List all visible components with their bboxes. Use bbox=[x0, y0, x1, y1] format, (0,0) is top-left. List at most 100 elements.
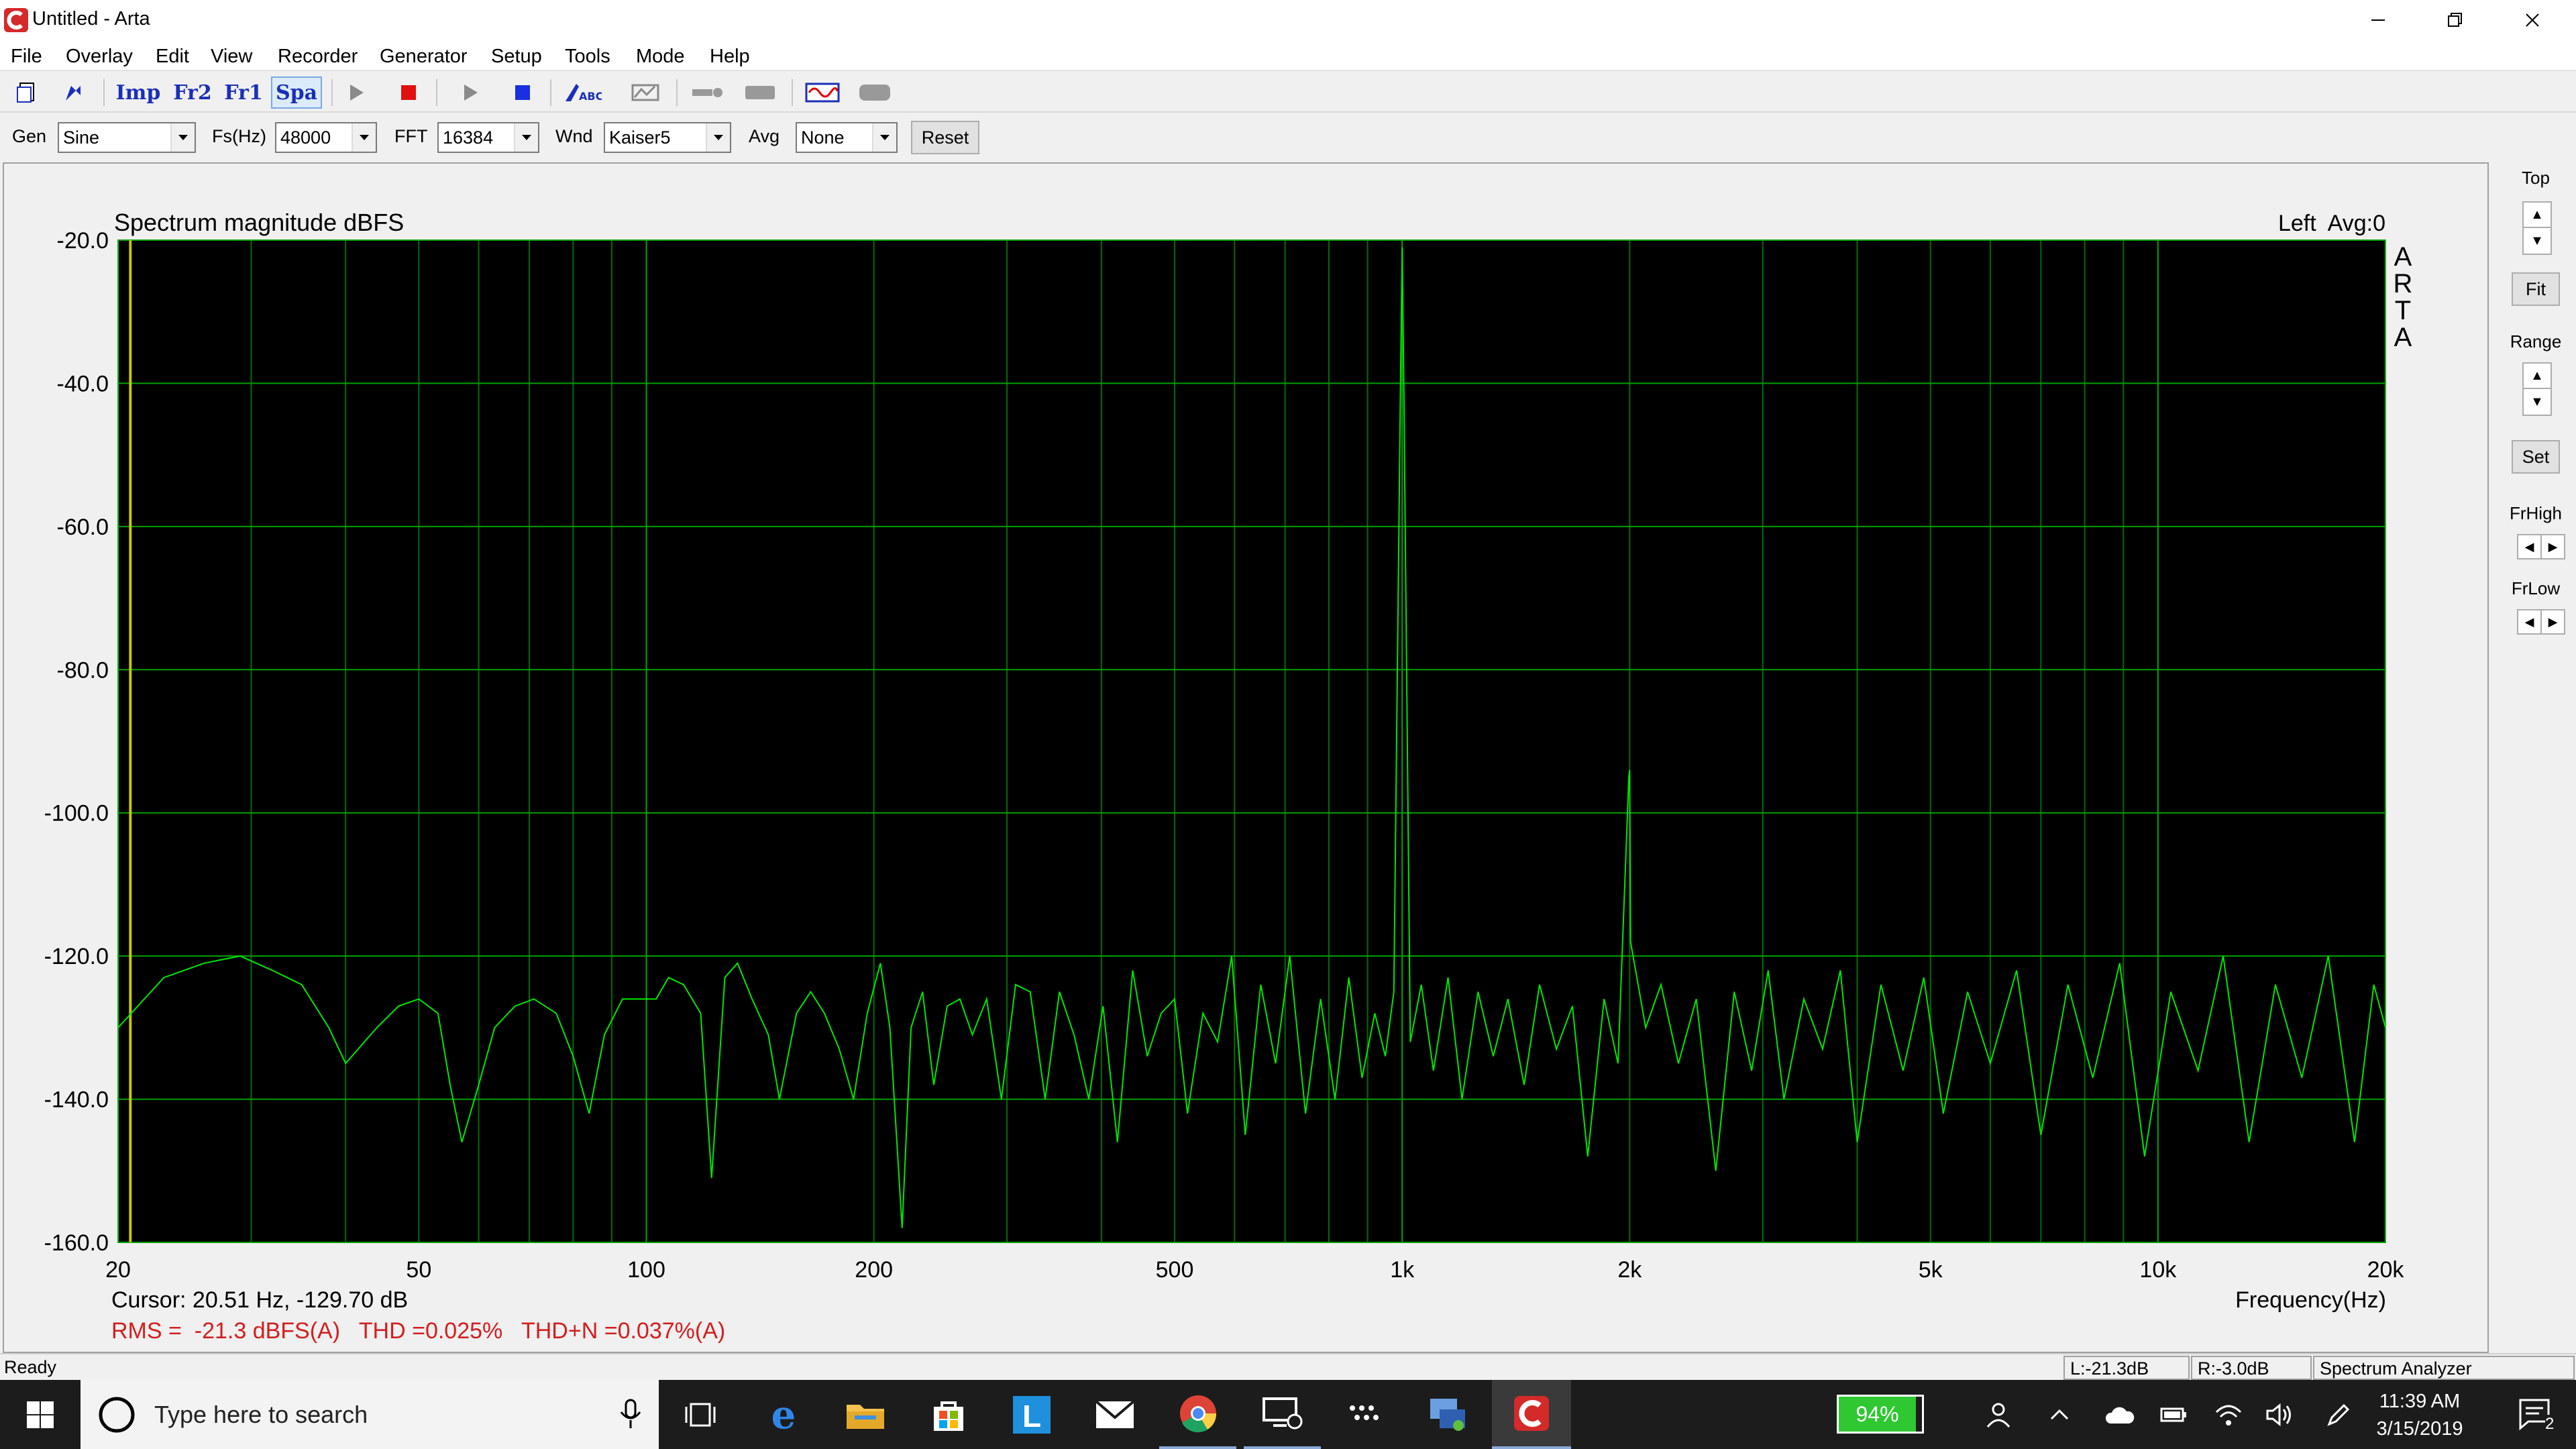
taskbar-remote-desktop[interactable] bbox=[1244, 1380, 1321, 1449]
taskbar-search-box[interactable]: Type here to search bbox=[80, 1380, 659, 1449]
reset-button[interactable]: Reset bbox=[911, 121, 979, 154]
pen-button[interactable] bbox=[2318, 1380, 2359, 1449]
generator-select[interactable]: Sine bbox=[58, 122, 196, 153]
menu-view[interactable]: View bbox=[208, 43, 255, 70]
y-tick-label: -100.0 bbox=[44, 801, 109, 826]
minimize-button[interactable] bbox=[2339, 0, 2416, 40]
volume-button[interactable] bbox=[2259, 1380, 2300, 1449]
play-generator-button[interactable] bbox=[339, 76, 373, 109]
y-tick-label: -160.0 bbox=[44, 1230, 109, 1256]
taskbar-mail[interactable] bbox=[1076, 1380, 1153, 1449]
fft-label: FFT bbox=[394, 126, 428, 146]
fr2-mode-button[interactable]: Fr2 bbox=[169, 76, 216, 109]
show-hidden-icons-button[interactable] bbox=[2039, 1380, 2080, 1449]
menu-tools[interactable]: Tools bbox=[562, 43, 613, 70]
brand-letter: R bbox=[2394, 269, 2413, 299]
sample-rate-select[interactable]: 48000 bbox=[275, 122, 377, 153]
y-tick-label: -20.0 bbox=[57, 228, 109, 254]
chevron-up-icon bbox=[2050, 1409, 2069, 1419]
overlay-button[interactable] bbox=[627, 76, 664, 109]
taskbar-clock[interactable]: 11:39 AM 3/15/2019 bbox=[2369, 1388, 2470, 1442]
window-select[interactable]: Kaiser5 bbox=[604, 122, 731, 153]
abc-button[interactable]: ABC bbox=[561, 76, 605, 109]
taskbar-edge[interactable]: e bbox=[745, 1380, 822, 1449]
taskbar-network-app[interactable] bbox=[1409, 1380, 1486, 1449]
people-button[interactable] bbox=[1975, 1380, 2022, 1449]
window-value: Kaiser5 bbox=[609, 127, 671, 148]
menu-setup[interactable]: Setup bbox=[488, 43, 545, 70]
play-button[interactable] bbox=[453, 76, 487, 109]
x-tick-label: 500 bbox=[1156, 1257, 1194, 1283]
fit-button[interactable]: Fit bbox=[2512, 272, 2560, 306]
imp-mode-button[interactable]: Imp bbox=[113, 76, 164, 109]
open-button[interactable] bbox=[56, 76, 91, 109]
menu-generator[interactable]: Generator bbox=[377, 43, 470, 70]
taskbar-file-explorer[interactable] bbox=[826, 1380, 904, 1449]
stop-button[interactable] bbox=[506, 76, 539, 109]
y-tick-label: -140.0 bbox=[44, 1087, 109, 1113]
record-stop-button[interactable] bbox=[392, 76, 425, 109]
toolbar-separator bbox=[676, 79, 678, 106]
fr1-mode-button[interactable]: Fr1 bbox=[220, 76, 267, 109]
taskbar-app-dots[interactable] bbox=[1327, 1380, 1404, 1449]
spin-up-icon[interactable]: ▲ bbox=[2524, 364, 2551, 389]
start-button[interactable] bbox=[0, 1380, 80, 1449]
gen-label: Gen bbox=[12, 126, 47, 146]
frhigh-spinner[interactable]: ◀ ▶ bbox=[2517, 534, 2565, 559]
x-axis-tick-labels: 20 50 100 200 500 1k 2k 5k 10k 20k bbox=[105, 1257, 2404, 1283]
notifications-button[interactable]: 2 bbox=[2506, 1380, 2567, 1449]
spin-down-icon[interactable]: ▼ bbox=[2524, 228, 2551, 254]
spin-left-icon[interactable]: ◀ bbox=[2518, 610, 2542, 633]
set-button[interactable]: Set bbox=[2512, 440, 2560, 474]
fft-size-select[interactable]: 16384 bbox=[437, 122, 539, 153]
y-tick-label: -40.0 bbox=[57, 371, 109, 396]
cursor-readout: Cursor: 20.51 Hz, -129.70 dB bbox=[111, 1287, 408, 1313]
menu-edit[interactable]: Edit bbox=[153, 43, 192, 70]
spin-down-icon[interactable]: ▼ bbox=[2524, 389, 2551, 415]
averaging-select[interactable]: None bbox=[796, 122, 898, 153]
meter-button[interactable] bbox=[741, 76, 780, 109]
menu-file[interactable]: File bbox=[8, 43, 45, 70]
spin-left-icon[interactable]: ◀ bbox=[2518, 535, 2542, 558]
frlow-spinner[interactable]: ◀ ▶ bbox=[2517, 609, 2565, 635]
battery-indicator[interactable]: 94% bbox=[1837, 1395, 1924, 1434]
computer-network-icon bbox=[1430, 1398, 1465, 1431]
task-view-button[interactable] bbox=[667, 1380, 734, 1449]
wifi-button[interactable] bbox=[2208, 1380, 2249, 1449]
play-icon bbox=[350, 85, 364, 101]
cloud-icon bbox=[2105, 1407, 2135, 1424]
new-button[interactable] bbox=[9, 76, 44, 109]
notification-count: 2 bbox=[2545, 1415, 2555, 1434]
taskbar-lync[interactable]: L bbox=[993, 1380, 1070, 1449]
top-spinner[interactable]: ▲ ▼ bbox=[2522, 201, 2552, 255]
taskbar-chrome[interactable] bbox=[1159, 1380, 1236, 1449]
sound-button[interactable] bbox=[855, 76, 895, 109]
spin-right-icon[interactable]: ▶ bbox=[2542, 535, 2564, 558]
overlay-icon bbox=[631, 84, 659, 101]
close-button[interactable] bbox=[2493, 0, 2571, 40]
dots-app-icon bbox=[1349, 1405, 1379, 1420]
gauge-button[interactable] bbox=[688, 76, 727, 109]
menu-mode[interactable]: Mode bbox=[633, 43, 688, 70]
new-document-icon bbox=[17, 83, 34, 103]
chevron-down-icon bbox=[514, 123, 538, 152]
scope-button[interactable] bbox=[802, 76, 843, 109]
taskbar-arta[interactable] bbox=[1492, 1380, 1571, 1449]
arta-app-icon bbox=[4, 8, 28, 32]
rms-thd-readout: RMS = -21.3 dBFS(A) THD =0.025% THD+N =0… bbox=[111, 1318, 725, 1344]
taskbar-store[interactable] bbox=[910, 1380, 987, 1449]
spectrum-chart[interactable]: -20.0 -40.0 -60.0 -80.0 -100.0 -120.0 -140.0 -1… bbox=[4, 164, 2487, 1352]
microphone-icon[interactable] bbox=[617, 1397, 644, 1431]
power-button[interactable] bbox=[2153, 1380, 2194, 1449]
range-spinner[interactable]: ▲ ▼ bbox=[2522, 362, 2552, 416]
y-tick-label: -120.0 bbox=[44, 944, 109, 969]
onedrive-button[interactable] bbox=[2100, 1380, 2140, 1449]
chrome-icon bbox=[1179, 1395, 1216, 1432]
spa-mode-button[interactable]: Spa bbox=[271, 76, 322, 109]
menu-overlay[interactable]: Overlay bbox=[63, 43, 136, 70]
spin-up-icon[interactable]: ▲ bbox=[2524, 203, 2551, 228]
menu-recorder[interactable]: Recorder bbox=[275, 43, 360, 70]
menu-help[interactable]: Help bbox=[707, 43, 753, 70]
restore-button[interactable] bbox=[2416, 0, 2493, 40]
spin-right-icon[interactable]: ▶ bbox=[2542, 610, 2564, 633]
